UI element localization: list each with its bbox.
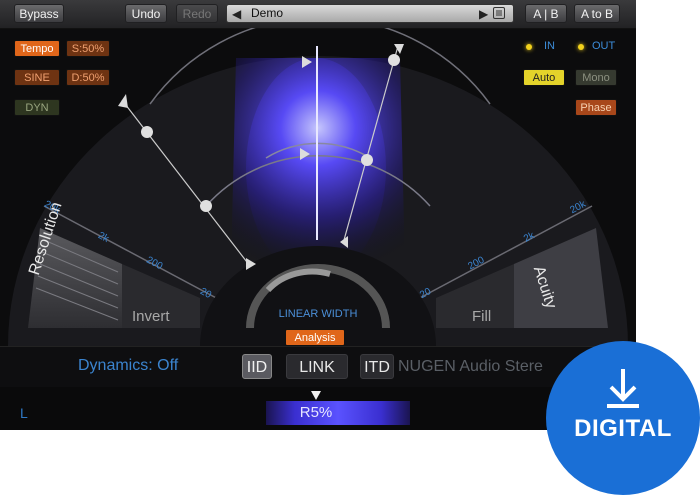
- balance-value: R5%: [299, 404, 333, 421]
- bypass-button[interactable]: Bypass: [14, 4, 64, 23]
- product-brand: NUGEN Audio Stere: [398, 358, 543, 375]
- ab-compare-button[interactable]: A | B: [525, 4, 567, 23]
- itd-mode-button[interactable]: ITD: [360, 354, 394, 379]
- digital-label: DIGITAL: [574, 415, 672, 442]
- handle-outer-right: [388, 54, 400, 66]
- mode-strip: Dynamics: Off IID LINK ITD NUGEN Audio S…: [0, 346, 636, 387]
- phase-button[interactable]: Phase: [575, 99, 617, 116]
- out-indicator-led: [578, 44, 584, 50]
- mono-button[interactable]: Mono: [575, 69, 617, 86]
- undo-button[interactable]: Undo: [125, 4, 167, 23]
- digital-download-badge: DIGITAL: [546, 341, 700, 495]
- stereoizer-plugin-window: Bypass Undo Redo ◀ Demo ▶ A | B A to B 2…: [0, 0, 636, 430]
- next-preset-icon[interactable]: ▶: [479, 7, 488, 21]
- linear-width-label: LINEAR WIDTH: [278, 308, 358, 320]
- preset-selector[interactable]: ◀ Demo ▶: [226, 4, 514, 23]
- depth-value-field[interactable]: D:50%: [66, 69, 110, 86]
- dynamics-status[interactable]: Dynamics: Off: [78, 357, 178, 375]
- link-mode-button[interactable]: LINK: [286, 354, 348, 379]
- sync-value-field[interactable]: S:50%: [66, 40, 110, 57]
- handle-outer-left: [141, 126, 153, 138]
- arrow-marker-top-right: [394, 44, 404, 54]
- fill-label[interactable]: Fill: [472, 308, 491, 325]
- balance-meter[interactable]: R5%: [266, 401, 410, 425]
- out-label[interactable]: OUT: [592, 40, 615, 52]
- arrow-marker-top-left: [118, 94, 128, 108]
- dyn-button[interactable]: DYN: [14, 99, 60, 116]
- stereo-scope: 20k 2k 200 20 20k 2k 200 20 Resolution I…: [0, 28, 636, 346]
- handle-inner-left: [200, 200, 212, 212]
- preset-menu-icon[interactable]: [493, 7, 505, 19]
- toolbar: Bypass Undo Redo ◀ Demo ▶ A | B A to B: [0, 0, 636, 29]
- invert-label[interactable]: Invert: [132, 308, 170, 325]
- a-to-b-button[interactable]: A to B: [574, 4, 620, 23]
- redo-button[interactable]: Redo: [176, 4, 218, 23]
- balance-pointer-icon[interactable]: [311, 391, 321, 400]
- left-channel-label: L: [20, 405, 28, 421]
- in-label[interactable]: IN: [544, 40, 555, 52]
- tempo-button[interactable]: Tempo: [14, 40, 60, 57]
- preset-name: Demo: [251, 6, 284, 20]
- previous-preset-icon[interactable]: ◀: [232, 7, 241, 21]
- balance-row: L R5%: [0, 387, 636, 430]
- analysis-button[interactable]: Analysis: [285, 329, 345, 346]
- iid-mode-button[interactable]: IID: [242, 354, 272, 379]
- sine-button[interactable]: SINE: [14, 69, 60, 86]
- in-indicator-led: [526, 44, 532, 50]
- auto-button[interactable]: Auto: [523, 69, 565, 86]
- handle-inner-right: [361, 154, 373, 166]
